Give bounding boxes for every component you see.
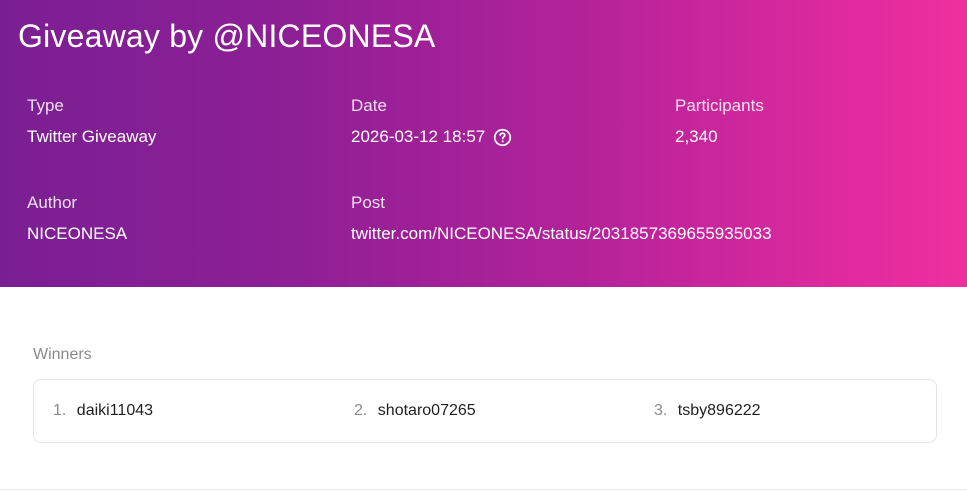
type-value: Twitter Giveaway bbox=[27, 127, 157, 146]
winner-name[interactable]: shotaro07265 bbox=[378, 402, 476, 419]
help-icon[interactable] bbox=[493, 128, 512, 147]
post-link[interactable]: twitter.com/NICEONESA/status/20318573696… bbox=[351, 224, 772, 244]
post-label: Post bbox=[351, 193, 386, 212]
winner-name[interactable]: tsby896222 bbox=[678, 402, 761, 419]
winner-item: 3. tsby896222 bbox=[654, 401, 761, 421]
winner-rank: 2. bbox=[354, 402, 368, 419]
type-label: Type bbox=[27, 96, 64, 115]
participants-value: 2,340 bbox=[675, 127, 718, 146]
divider bbox=[0, 489, 967, 490]
date-label: Date bbox=[351, 96, 387, 115]
winner-item: 1. daiki11043 bbox=[53, 401, 153, 421]
author-value: NICEONESA bbox=[27, 224, 128, 243]
giveaway-header: Giveaway by @NICEONESA Type Twitter Give… bbox=[0, 0, 967, 287]
page-title: Giveaway by @NICEONESA bbox=[18, 18, 436, 54]
author-field: Author NICEONESA bbox=[27, 193, 127, 244]
winner-name[interactable]: daiki11043 bbox=[77, 402, 153, 419]
winner-rank: 1. bbox=[53, 402, 67, 419]
participants-label: Participants bbox=[675, 96, 764, 115]
participants-field: Participants 2,340 bbox=[675, 96, 764, 147]
post-value-row: twitter.com/NICEONESA/status/20318573696… bbox=[351, 224, 772, 244]
type-field: Type Twitter Giveaway bbox=[27, 96, 156, 147]
winner-rank: 3. bbox=[654, 402, 668, 419]
date-field: Date 2026-03-12 18:57 bbox=[351, 96, 512, 147]
author-label: Author bbox=[27, 193, 78, 212]
winners-list: 1. daiki11043 2. shotaro07265 3. tsby896… bbox=[33, 379, 937, 443]
post-field: Post twitter.com/NICEONESA/status/203185… bbox=[351, 193, 772, 244]
winners-heading: Winners bbox=[33, 346, 92, 363]
winner-item: 2. shotaro07265 bbox=[354, 401, 476, 421]
date-value: 2026-03-12 18:57 bbox=[351, 127, 486, 146]
date-value-row: 2026-03-12 18:57 bbox=[351, 127, 512, 147]
